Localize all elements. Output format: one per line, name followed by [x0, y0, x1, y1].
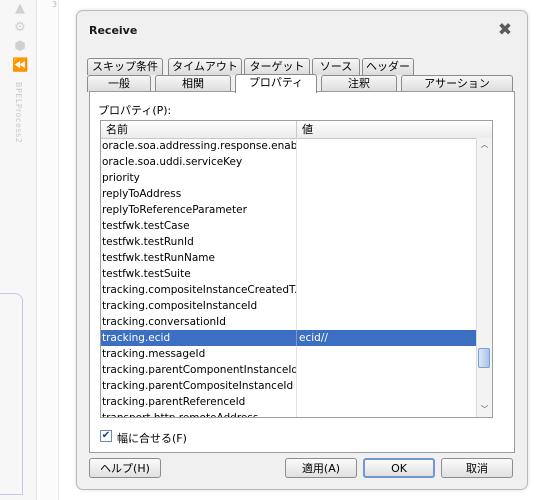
fit-width-label[interactable]: 幅に合せる(F): [117, 430, 187, 446]
hexagon-icon: ⬢: [14, 39, 26, 54]
table-row[interactable]: replyToAddress: [101, 186, 477, 202]
rewind-icon: ⏪: [12, 58, 29, 73]
table-row[interactable]: tracking.parentCompositeInstanceId: [101, 378, 477, 394]
tab-assertion[interactable]: アサーション: [401, 75, 513, 92]
property-name-cell[interactable]: transport.http.remoteAddress: [101, 410, 297, 417]
table-row[interactable]: tracking.ecid ecid//: [101, 330, 477, 346]
scroll-up-icon[interactable]: ︿: [477, 138, 492, 152]
dialog-title: Receive: [89, 24, 138, 37]
table-row[interactable]: tracking.conversationId: [101, 314, 477, 330]
property-value-cell[interactable]: [297, 138, 477, 154]
column-header-name[interactable]: 名前: [101, 121, 297, 138]
property-name-cell[interactable]: tracking.ecid: [101, 330, 297, 346]
table-row[interactable]: oracle.soa.uddi.serviceKey: [101, 154, 477, 170]
gear-icon: ⚙: [14, 20, 26, 35]
background-swimlane: [0, 293, 23, 495]
table-row[interactable]: priority: [101, 170, 477, 186]
property-value-cell[interactable]: [297, 314, 477, 330]
property-value-cell[interactable]: [297, 250, 477, 266]
tab-header[interactable]: ヘッダー: [362, 58, 414, 75]
receive-dialog: Receive ✖ スキップ条件 タイムアウト ターゲット ソース ヘッダー 一…: [76, 10, 528, 490]
vertical-scrollbar[interactable]: ︿ ﹀: [476, 138, 492, 417]
property-value-cell[interactable]: [297, 170, 477, 186]
fit-width-checkbox[interactable]: ✔: [100, 430, 112, 442]
table-row[interactable]: testfwk.testRunName: [101, 250, 477, 266]
property-value-cell[interactable]: [297, 202, 477, 218]
property-name-cell[interactable]: replyToReferenceParameter: [101, 202, 297, 218]
property-name-cell[interactable]: tracking.messageId: [101, 346, 297, 362]
property-name-cell[interactable]: tracking.parentComponentInstanceId: [101, 362, 297, 378]
table-row[interactable]: testfwk.testRunId: [101, 234, 477, 250]
property-value-cell[interactable]: [297, 346, 477, 362]
property-name-cell[interactable]: tracking.parentCompositeInstanceId: [101, 378, 297, 394]
property-name-cell[interactable]: tracking.parentReferenceId: [101, 394, 297, 410]
table-row[interactable]: replyToReferenceParameter: [101, 202, 477, 218]
property-name-cell[interactable]: testfwk.testRunName: [101, 250, 297, 266]
properties-label: プロパティ(P):: [98, 104, 172, 117]
background-gutter: [40, 0, 59, 500]
property-name-cell[interactable]: testfwk.testCase: [101, 218, 297, 234]
triangle-icon: ▲: [15, 1, 25, 16]
table-row[interactable]: tracking.messageId: [101, 346, 477, 362]
property-value-cell[interactable]: [297, 234, 477, 250]
property-value-cell[interactable]: [297, 394, 477, 410]
property-value-cell[interactable]: ecid//: [297, 330, 477, 346]
table-row[interactable]: oracle.soa.addressing.response.enabl...: [101, 138, 477, 154]
property-name-cell[interactable]: tracking.conversationId: [101, 314, 297, 330]
property-name-cell[interactable]: testfwk.testRunId: [101, 234, 297, 250]
column-header-value[interactable]: 値: [297, 121, 477, 138]
property-name-cell[interactable]: testfwk.testSuite: [101, 266, 297, 282]
property-name-cell[interactable]: priority: [101, 170, 297, 186]
table-row[interactable]: tracking.compositeInstanceCreatedT...: [101, 282, 477, 298]
property-name-cell[interactable]: tracking.compositeInstanceId: [101, 298, 297, 314]
tab-timeout[interactable]: タイムアウト: [168, 58, 242, 75]
tab-skip-condition[interactable]: スキップ条件: [87, 58, 163, 75]
table-body: oracle.soa.addressing.response.enabl... o…: [101, 138, 477, 417]
tab-correlation[interactable]: 相関: [155, 75, 231, 92]
ok-button[interactable]: OK: [363, 458, 435, 478]
line-number: 3: [52, 0, 58, 9]
property-name-cell[interactable]: oracle.soa.uddi.serviceKey: [101, 154, 297, 170]
properties-table: 名前 値 oracle.soa.addressing.response.enab…: [100, 120, 493, 418]
tab-target[interactable]: ターゲット: [244, 58, 310, 75]
property-value-cell[interactable]: [297, 154, 477, 170]
property-name-cell[interactable]: oracle.soa.addressing.response.enabl...: [101, 138, 297, 154]
table-row[interactable]: testfwk.testSuite: [101, 266, 477, 282]
property-value-cell[interactable]: [297, 410, 477, 417]
property-value-cell[interactable]: [297, 266, 477, 282]
property-value-cell[interactable]: [297, 298, 477, 314]
tab-properties[interactable]: プロパティ: [235, 74, 317, 93]
scroll-down-icon[interactable]: ﹀: [477, 403, 492, 417]
property-value-cell[interactable]: [297, 378, 477, 394]
table-row[interactable]: tracking.parentComponentInstanceId: [101, 362, 477, 378]
property-value-cell[interactable]: [297, 218, 477, 234]
apply-button[interactable]: 適用(A): [285, 458, 357, 478]
cancel-button[interactable]: 取消: [441, 458, 513, 478]
table-header: 名前 値: [101, 121, 492, 139]
property-value-cell[interactable]: [297, 186, 477, 202]
table-row[interactable]: tracking.compositeInstanceId: [101, 298, 477, 314]
table-row[interactable]: tracking.parentReferenceId: [101, 394, 477, 410]
tab-source[interactable]: ソース: [312, 58, 360, 75]
scrollbar-thumb[interactable]: [478, 348, 490, 368]
table-row[interactable]: transport.http.remoteAddress: [101, 410, 477, 417]
property-value-cell[interactable]: [297, 362, 477, 378]
property-name-cell[interactable]: replyToAddress: [101, 186, 297, 202]
tab-general[interactable]: 一般: [87, 75, 151, 92]
table-row[interactable]: testfwk.testCase: [101, 218, 477, 234]
tab-annotation[interactable]: 注釈: [321, 75, 397, 92]
help-button[interactable]: ヘルプ(H): [89, 458, 161, 478]
close-icon[interactable]: ✖: [496, 21, 514, 39]
process-vertical-label: BPELProcess2: [14, 82, 23, 144]
properties-panel: プロパティ(P): 名前 値 oracle.soa.addressing.res…: [89, 91, 515, 453]
property-value-cell[interactable]: [297, 282, 477, 298]
property-name-cell[interactable]: tracking.compositeInstanceCreatedT...: [101, 282, 297, 298]
